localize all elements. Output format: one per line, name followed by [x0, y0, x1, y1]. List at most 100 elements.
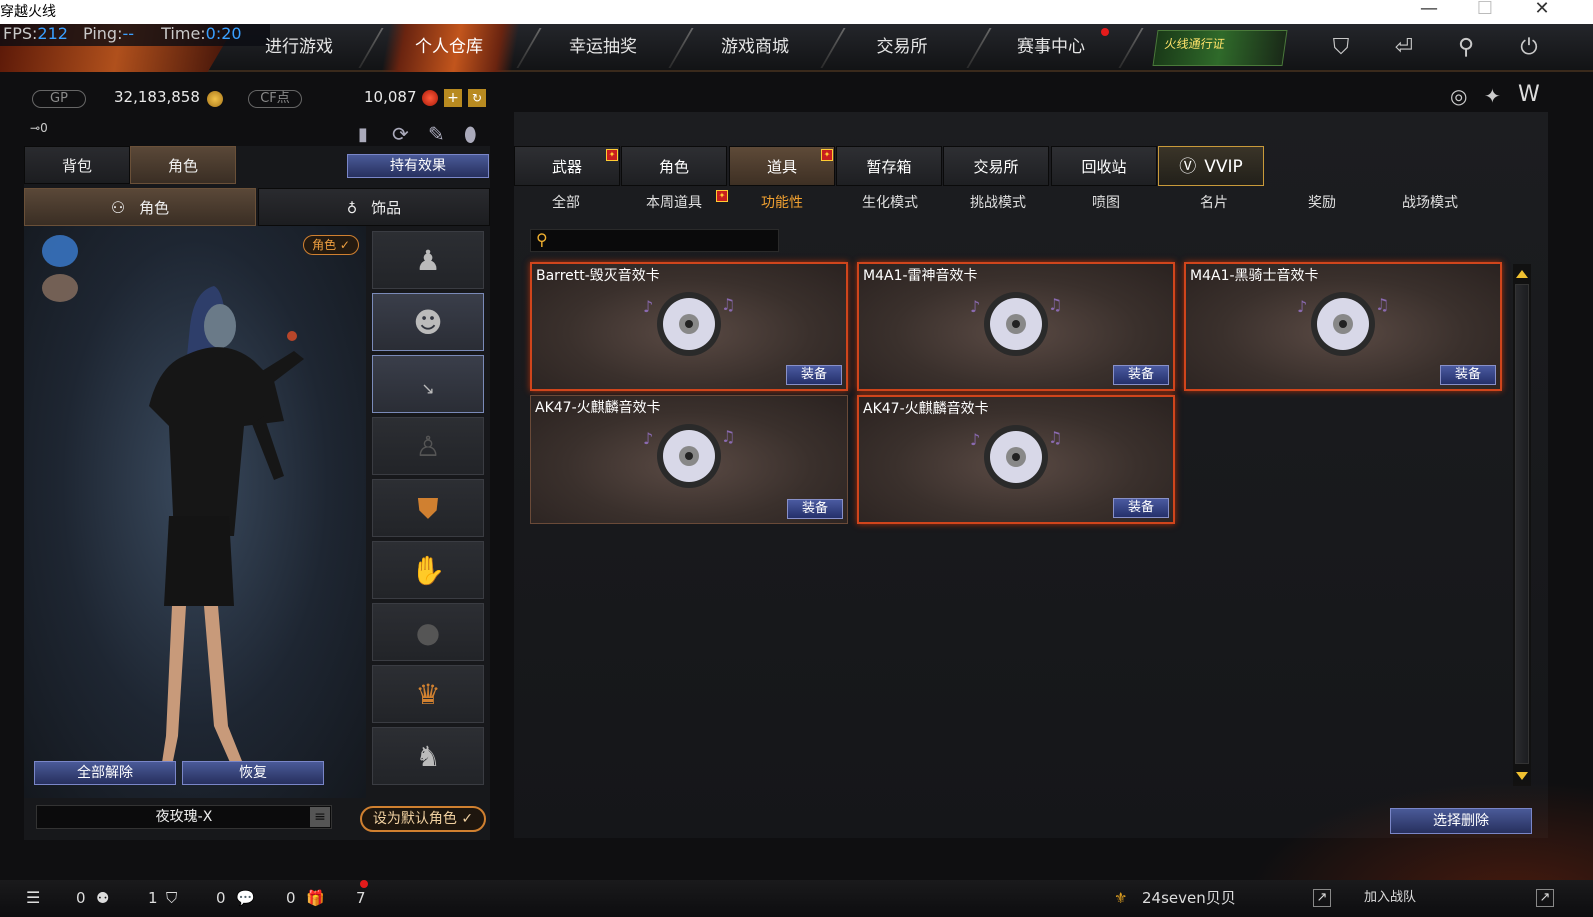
title-bar: 穿越火线 — ☐ ✕	[0, 0, 1593, 24]
close-button[interactable]: ✕	[1522, 0, 1562, 19]
equip-slot-3[interactable]: ↘	[372, 355, 484, 413]
category-vvip-label: VVIP	[1204, 157, 1243, 177]
gp-coin-icon	[207, 91, 223, 107]
select-delete-button[interactable]: 选择删除	[1390, 808, 1532, 834]
item-name: AK47-火麒麟音效卡	[535, 400, 661, 416]
ranking-icon[interactable]: ▮	[358, 124, 368, 145]
shield-icon[interactable]: ⛉	[1325, 32, 1357, 64]
tab-character[interactable]: 角色	[130, 146, 236, 184]
equip-button[interactable]: 装备	[1440, 365, 1496, 385]
equip-slot-1[interactable]: ♟	[372, 231, 484, 289]
nav-play[interactable]: 进行游戏	[236, 24, 362, 72]
item-card[interactable]: Barrett-毁灭音效卡 ♪ ♫ 装备	[530, 262, 848, 391]
v-logo-icon[interactable]: W	[1518, 82, 1540, 107]
equip-slot-7[interactable]: ●	[372, 603, 484, 661]
nav-lottery[interactable]: 幸运抽奖	[528, 24, 678, 72]
equip-button[interactable]: 装备	[786, 365, 842, 385]
egg-icon[interactable]: ⬮	[464, 122, 477, 146]
wrench-icon[interactable]: ⚲	[1450, 32, 1482, 64]
open-profile-icon[interactable]: ↗	[1313, 889, 1331, 907]
badge-icon[interactable]: ✦	[1484, 84, 1501, 108]
top-nav: FPS:212 Ping:-- Time:0:20 进行游戏 个人仓库 幸运抽奖…	[0, 24, 1593, 72]
restore-button[interactable]: 恢复	[182, 761, 324, 785]
add-cf-button[interactable]: +	[444, 89, 462, 107]
category-weapon[interactable]: 武器	[514, 146, 620, 186]
rotate-icon[interactable]: ⟳	[392, 122, 409, 146]
menu-icon[interactable]: ≡	[310, 807, 330, 827]
set-default-button[interactable]: 设为默认角色 ✓	[360, 806, 486, 832]
sound-card-disc-icon: ♪ ♫	[643, 292, 735, 356]
category-character[interactable]: 角色	[621, 146, 727, 186]
search-input[interactable]	[530, 229, 779, 252]
maximize-button[interactable]: ☐	[1465, 0, 1505, 19]
power-icon[interactable]: ⏻	[1513, 32, 1545, 64]
item-card[interactable]: AK47-火麒麟音效卡 ♪ ♫ 装备	[530, 395, 848, 524]
category-vvip[interactable]: Ⓥ VVIP	[1158, 146, 1264, 186]
item-card[interactable]: M4A1-雷神音效卡 ♪ ♫ 装备	[857, 262, 1175, 391]
equip-button[interactable]: 装备	[1113, 498, 1169, 518]
minimize-button[interactable]: —	[1409, 0, 1449, 19]
sub-namecard[interactable]: 名片	[1162, 192, 1266, 214]
category-items[interactable]: 道具	[729, 146, 835, 186]
category-storage[interactable]: 暂存箱	[836, 146, 942, 186]
item-card[interactable]: M4A1-黑骑士音效卡 ♪ ♫ 装备	[1184, 262, 1502, 391]
sub-zombie[interactable]: 生化模式	[838, 192, 942, 214]
sub-battlefield[interactable]: 战场模式	[1378, 192, 1482, 214]
character-preview[interactable]	[24, 226, 366, 798]
list-icon[interactable]: ☰	[26, 886, 40, 910]
sub-weekly[interactable]: 本周道具	[622, 192, 726, 214]
open-clan-icon[interactable]: ↗	[1536, 889, 1554, 907]
item-scrollbar[interactable]	[1513, 264, 1531, 786]
globe-icon[interactable]: ◎	[1450, 84, 1467, 108]
gp-label: GP	[32, 90, 86, 108]
subtab-character[interactable]: ⚇ 角色	[24, 188, 256, 226]
username: 24seven贝贝	[1142, 889, 1236, 907]
svg-text:♪: ♪	[970, 297, 980, 316]
scroll-up-arrow[interactable]	[1516, 270, 1528, 278]
category-recycle[interactable]: 回收站	[1051, 146, 1157, 186]
refresh-cf-button[interactable]: ↻	[468, 89, 486, 107]
unequip-all-button[interactable]: 全部解除	[34, 761, 176, 785]
nav-exchange[interactable]: 交易所	[832, 24, 972, 72]
gp-value: 32,183,858	[114, 88, 200, 106]
nav-shop[interactable]: 游戏商城	[680, 24, 830, 72]
sub-challenge[interactable]: 挑战模式	[946, 192, 1050, 214]
equip-slot-6[interactable]: ✋	[372, 541, 484, 599]
tab-backpack[interactable]: 背包	[24, 146, 130, 184]
fps-value: 212	[37, 24, 68, 43]
subtab-accessory[interactable]: ♁ 饰品	[258, 188, 490, 226]
sub-all[interactable]: 全部	[514, 192, 618, 214]
category-exchange[interactable]: 交易所	[943, 146, 1049, 186]
friends-icon[interactable]: ⚉	[96, 886, 109, 910]
sub-spray[interactable]: 喷图	[1054, 192, 1158, 214]
window-title: 穿越火线	[0, 4, 56, 20]
equip-slot-9[interactable]: ♞	[372, 727, 484, 785]
svg-text:♫: ♫	[721, 427, 735, 446]
equip-slot-2[interactable]: ☻	[372, 293, 484, 351]
scroll-thumb[interactable]	[1515, 284, 1529, 764]
battle-pass-banner[interactable]: 火线通行证	[1152, 30, 1288, 66]
shield-icon[interactable]: ⛉	[166, 886, 177, 910]
gift-box-icon[interactable]: 🎁	[306, 886, 325, 910]
sub-reward[interactable]: 奖励	[1270, 192, 1374, 214]
equip-slot-4[interactable]: ♙	[372, 417, 484, 475]
return-icon[interactable]: ⏎	[1388, 32, 1420, 64]
mini-figure-icon: ♟	[415, 244, 441, 277]
sub-functional[interactable]: 功能性	[730, 192, 834, 214]
join-clan-label[interactable]: 加入战队	[1364, 886, 1416, 910]
nav-inventory[interactable]: 个人仓库	[370, 24, 528, 72]
character-icon[interactable]: ✎	[428, 122, 445, 146]
item-card[interactable]: AK47-火麒麟音效卡 ♪ ♫ 装备	[857, 395, 1175, 524]
vvip-icon: Ⓥ	[1179, 157, 1197, 177]
chat-icon[interactable]: 💬	[236, 886, 255, 910]
equip-button[interactable]: 装备	[1113, 365, 1169, 385]
equip-slot-5[interactable]: ⛊	[372, 479, 484, 537]
effects-button[interactable]: 持有效果	[347, 154, 489, 178]
search-icon: ⚲	[536, 230, 548, 249]
character-badge[interactable]: 角色 ✓	[303, 235, 359, 255]
subtab-accessory-label: 饰品	[371, 199, 402, 217]
equip-slot-8[interactable]: ♛	[372, 665, 484, 723]
empty-slot-icon: ↘	[421, 379, 435, 398]
equip-button[interactable]: 装备	[787, 499, 843, 519]
gift-count: 0	[286, 889, 296, 907]
